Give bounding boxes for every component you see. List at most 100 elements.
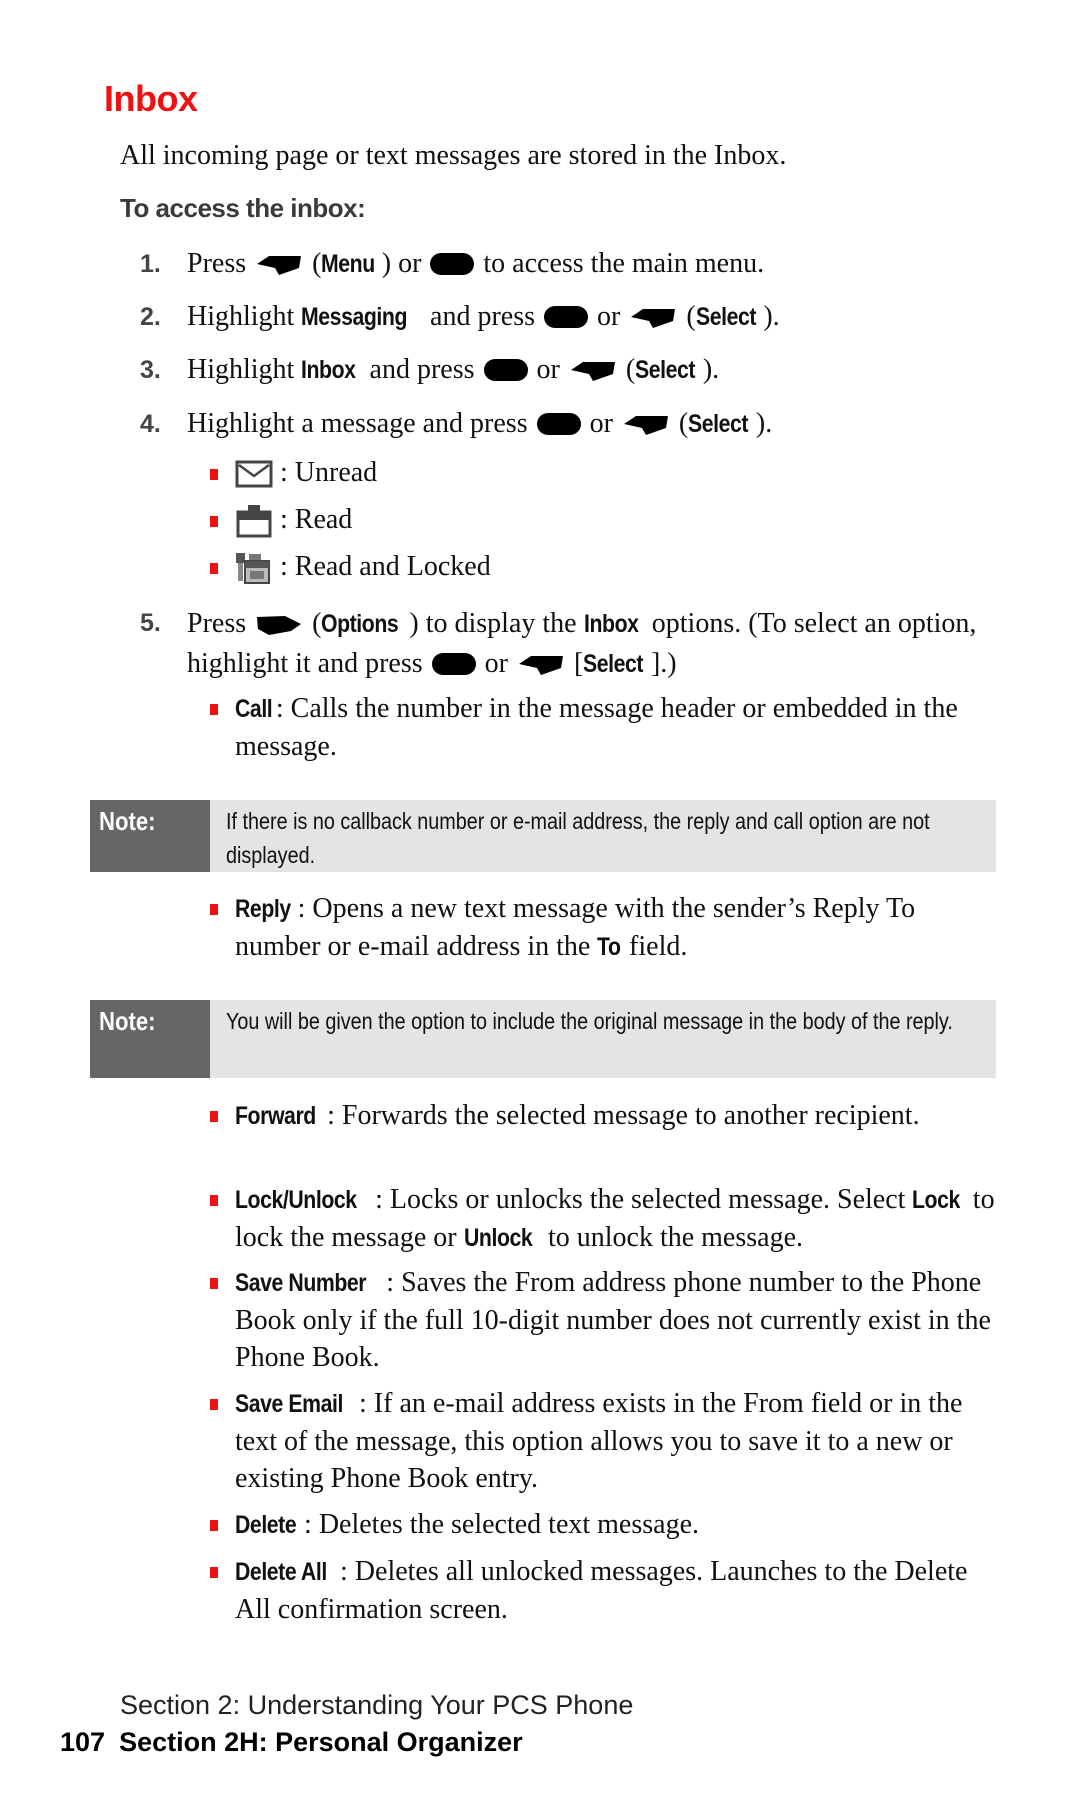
bullet-marker bbox=[210, 1195, 218, 1206]
step-number: 1. bbox=[140, 250, 161, 278]
menu-ok-key-icon bbox=[430, 253, 475, 275]
step-text: Press bbox=[187, 248, 247, 279]
bullet-marker bbox=[210, 904, 218, 915]
note-text: If there is no callback number or e-mail… bbox=[226, 808, 930, 868]
step-4: 4. Highlight a message and press or (Sel… bbox=[140, 405, 1000, 443]
step-number: 3. bbox=[140, 356, 161, 384]
status-label: : Read and Locked bbox=[280, 551, 491, 582]
step-text: or bbox=[484, 648, 508, 679]
status-read: : Read bbox=[210, 502, 352, 538]
option-reply: Reply: Opens a new text message with the… bbox=[210, 890, 1000, 966]
option-delete-all: Delete All: Deletes all unlocked message… bbox=[210, 1553, 1000, 1628]
select-keyword: Select bbox=[695, 303, 756, 331]
page-number: 107 bbox=[60, 1727, 106, 1757]
menu-ok-key-icon bbox=[544, 306, 589, 328]
step-number: 5. bbox=[140, 609, 161, 637]
left-softkey-icon bbox=[629, 306, 677, 330]
step-text: to access the main menu. bbox=[483, 248, 765, 279]
option-name: Delete All bbox=[235, 1558, 327, 1586]
step-number: 4. bbox=[140, 410, 161, 438]
bullet-marker bbox=[210, 1111, 218, 1122]
bullet-marker bbox=[210, 1520, 218, 1531]
step-text: to display the bbox=[425, 608, 577, 639]
procedure-heading: To access the inbox: bbox=[120, 193, 366, 223]
step-text: Highlight a message and press bbox=[187, 408, 528, 439]
subsection-title: Section 2H: Personal Organizer bbox=[119, 1727, 523, 1757]
select-keyword: Select bbox=[688, 410, 749, 438]
step-3: 3. Highlight Inbox and press or (Select)… bbox=[140, 351, 1000, 389]
left-softkey-icon bbox=[569, 359, 617, 383]
bullet-marker bbox=[210, 704, 218, 715]
footer-subsection: 107 Section 2H: Personal Organizer bbox=[60, 1727, 523, 1758]
to-keyword: To bbox=[597, 933, 621, 961]
step-text: options. (To select an option, highlight… bbox=[187, 608, 977, 679]
bullet-marker bbox=[210, 1399, 218, 1410]
footer-section: Section 2: Understanding Your PCS Phone bbox=[120, 1690, 634, 1720]
step-text: or bbox=[597, 301, 621, 332]
step-text: or bbox=[536, 354, 560, 385]
option-name: Call bbox=[235, 695, 273, 723]
option-name: Save Number bbox=[235, 1269, 367, 1297]
status-label: : Unread bbox=[280, 457, 378, 488]
option-delete: Delete: Deletes the selected text messag… bbox=[210, 1506, 1000, 1544]
option-description: : Opens a new text message with the send… bbox=[235, 893, 916, 962]
unlock-keyword: Unlock bbox=[463, 1224, 533, 1252]
step-1: 1. Press (Menu) or to access the main me… bbox=[140, 245, 1000, 283]
option-name: Reply bbox=[235, 895, 291, 923]
bullet-marker bbox=[210, 516, 218, 527]
menu-ok-key-icon bbox=[536, 413, 581, 435]
select-keyword: Select bbox=[635, 356, 696, 384]
option-description: : If an e-mail address exists in the Fro… bbox=[235, 1388, 963, 1494]
option-save-email: Save Email: If an e-mail address exists … bbox=[210, 1385, 1000, 1497]
status-unread: : Unread bbox=[210, 455, 377, 491]
step-text: Highlight bbox=[187, 301, 295, 332]
options-keyword: Options bbox=[321, 610, 399, 638]
note-box: Note: If there is no callback number or … bbox=[90, 800, 996, 872]
step-text: and press bbox=[430, 301, 536, 332]
status-label: : Read bbox=[280, 504, 353, 535]
menu-ok-key-icon bbox=[483, 359, 528, 381]
step-text: or bbox=[589, 408, 613, 439]
option-name: Delete bbox=[235, 1511, 297, 1539]
option-description: : Deletes all unlocked messages. Launche… bbox=[235, 1556, 968, 1625]
select-keyword: Select bbox=[583, 650, 644, 678]
messaging-keyword: Messaging bbox=[301, 303, 408, 331]
bullet-marker bbox=[210, 1567, 218, 1578]
bullet-marker bbox=[210, 469, 218, 480]
option-name: Forward bbox=[235, 1102, 316, 1130]
step-2: 2. Highlight Messaging and press or (Sel… bbox=[140, 298, 1000, 336]
step-5: 5. Press (Options) to display the Inbox … bbox=[140, 604, 1000, 684]
option-lock-unlock: Lock/Unlock : Locks or unlocks the select… bbox=[210, 1181, 1000, 1257]
step-text: Highlight bbox=[187, 354, 295, 385]
option-description: : Forwards the selected message to anoth… bbox=[327, 1100, 920, 1131]
right-softkey-icon bbox=[255, 613, 303, 637]
option-description: : Locks or unlocks the selected message.… bbox=[375, 1184, 906, 1215]
note-label: Note: bbox=[90, 800, 210, 872]
bullet-marker bbox=[210, 563, 218, 574]
envelope-locked-icon bbox=[236, 553, 270, 584]
envelope-closed-icon bbox=[235, 460, 273, 488]
left-softkey-icon bbox=[517, 653, 565, 677]
option-call: Call: Calls the number in the message he… bbox=[210, 690, 1000, 765]
step-number: 2. bbox=[140, 303, 161, 331]
note-text: You will be given the option to include … bbox=[226, 1008, 953, 1034]
inbox-keyword: Inbox bbox=[301, 356, 356, 384]
step-text: or bbox=[398, 248, 422, 279]
intro-text: All incoming page or text messages are s… bbox=[120, 140, 787, 171]
option-save-number: Save Number: Saves the From address phon… bbox=[210, 1264, 1000, 1376]
lock-keyword: Lock bbox=[912, 1186, 961, 1214]
option-name: Save Email bbox=[235, 1390, 343, 1418]
option-description: : Calls the number in the message header… bbox=[235, 693, 958, 762]
option-name: Lock/Unlock bbox=[235, 1186, 357, 1214]
menu-ok-key-icon bbox=[431, 653, 476, 675]
page-title: Inbox bbox=[104, 78, 198, 119]
bullet-marker bbox=[210, 1278, 218, 1289]
status-read-locked: : Read and Locked bbox=[210, 549, 491, 585]
option-description: to unlock the message. bbox=[547, 1222, 804, 1253]
left-softkey-icon bbox=[622, 413, 670, 437]
menu-keyword: Menu bbox=[321, 250, 376, 278]
step-text: and press bbox=[369, 354, 475, 385]
note-label: Note: bbox=[90, 1000, 210, 1078]
note-box: Note: You will be given the option to in… bbox=[90, 1000, 996, 1078]
envelope-open-icon bbox=[236, 505, 272, 538]
